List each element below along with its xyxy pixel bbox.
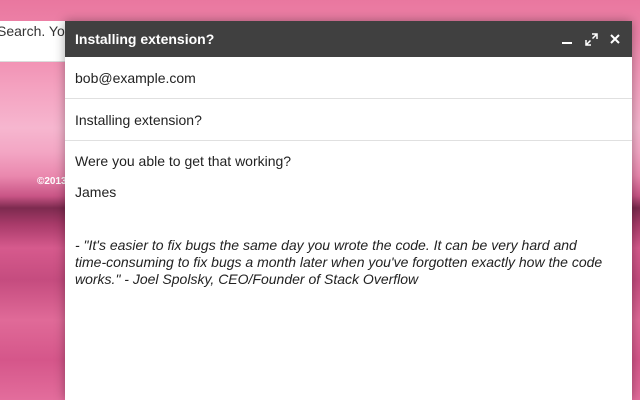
body-line: Were you able to get that working? xyxy=(75,153,292,169)
compose-title: Installing extension? xyxy=(75,31,215,47)
subject-value: Installing extension? xyxy=(75,111,202,128)
compose-window: Installing extension? bob@example.com In… xyxy=(65,21,632,400)
subject-field[interactable]: Installing extension? xyxy=(65,99,632,141)
popout-icon[interactable] xyxy=(584,32,598,46)
signature-spacer xyxy=(75,215,622,237)
signature-quote: - "It's easier to fix bugs the same day … xyxy=(75,237,603,287)
compose-header[interactable]: Installing extension? xyxy=(65,21,632,57)
to-recipient: bob@example.com xyxy=(75,69,196,86)
header-icons xyxy=(560,32,622,46)
signature-name: James xyxy=(75,184,117,200)
to-field[interactable]: bob@example.com xyxy=(65,57,632,99)
background-copyright: ©2013 xyxy=(37,176,65,187)
background-card-text: Search. You xyxy=(0,23,73,39)
minimize-icon[interactable] xyxy=(560,32,574,46)
close-icon[interactable] xyxy=(608,32,622,46)
message-body[interactable]: Were you able to get that working? James… xyxy=(65,141,632,288)
